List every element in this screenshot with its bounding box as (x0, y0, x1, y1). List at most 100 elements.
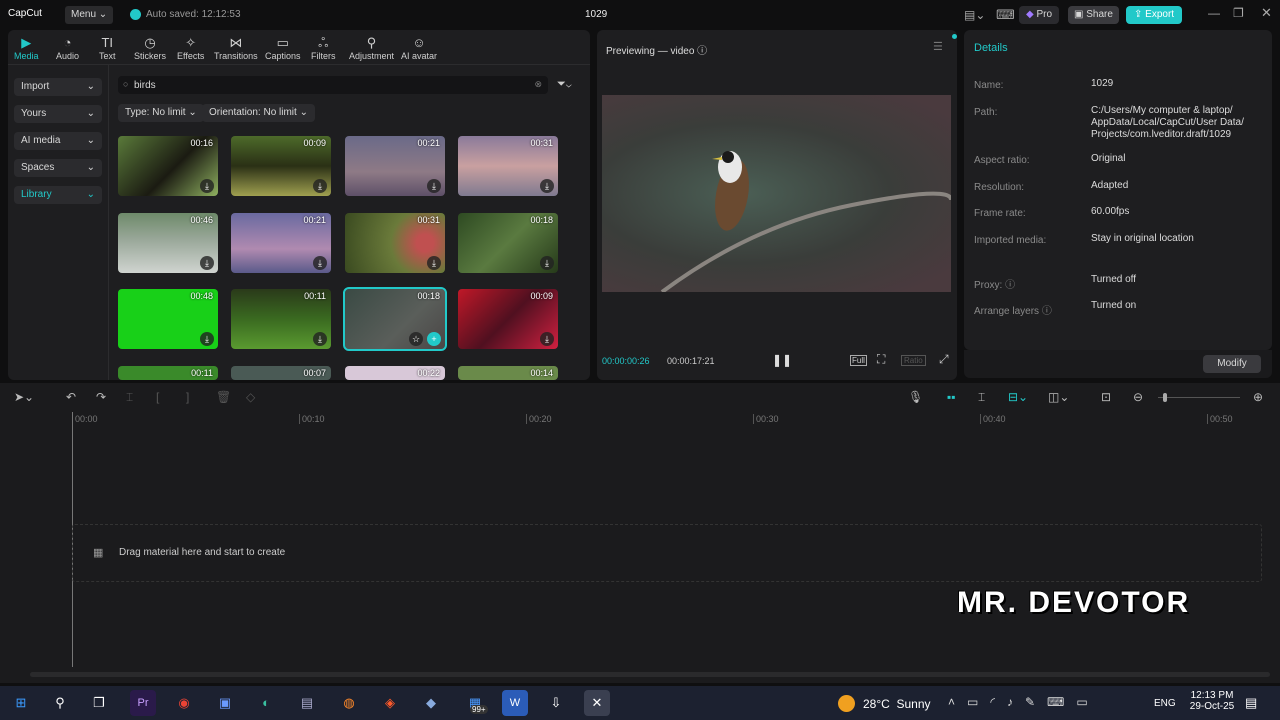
download-icon[interactable]: ⤓ (200, 256, 214, 270)
video-preview[interactable] (602, 95, 953, 294)
download-icon[interactable]: ⤓ (427, 179, 441, 193)
download-icon[interactable]: ⤓ (540, 332, 554, 346)
premiere-icon[interactable]: Pr (130, 690, 156, 716)
shortcut-icon[interactable]: ⌨ (996, 7, 1015, 23)
pause-button[interactable]: ❚❚ (772, 353, 792, 367)
windows-start-icon[interactable]: ⊞ (8, 690, 34, 716)
download-app-icon[interactable]: ⇩ (543, 690, 569, 716)
trim-right-icon[interactable]: ] (186, 390, 189, 404)
weather[interactable]: 28°C Sunny (863, 697, 931, 711)
clock[interactable]: 12:13 PM 29-Oct-25 (1187, 690, 1237, 712)
search-input[interactable]: ○ birds ⊗ (118, 76, 548, 94)
media-thumbnail[interactable]: 00:21 ⤓ (345, 136, 445, 196)
download-icon[interactable]: ⤓ (200, 179, 214, 193)
media-thumbnail[interactable]: 00:09 ⤓ (458, 289, 558, 349)
add-icon[interactable]: + (427, 332, 441, 346)
tab-filters[interactable]: ஃ Filters (311, 34, 336, 61)
sidebar-item-import[interactable]: Import ⌄ (14, 78, 102, 96)
edge-icon[interactable]: ◐ (253, 690, 279, 716)
media-thumbnail[interactable]: 00:16 ⤓ (118, 136, 218, 196)
capcut-taskbar-icon[interactable]: ✕ (584, 690, 610, 716)
sidebar-item-library[interactable]: Library ⌄ (14, 186, 102, 204)
media-thumbnail[interactable]: 00:21 ⤓ (231, 213, 331, 273)
download-icon[interactable]: ⤓ (313, 332, 327, 346)
tab-audio[interactable]: ◔ Audio (56, 34, 79, 61)
download-icon[interactable]: ⤓ (540, 256, 554, 270)
language[interactable]: ENG (1154, 698, 1176, 709)
download-icon[interactable]: ⤓ (540, 179, 554, 193)
trim-left-icon[interactable]: [ (156, 390, 159, 404)
pro-button[interactable]: ◆ Pro (1019, 6, 1060, 24)
fullscreen-icon[interactable]: ⤢ (939, 352, 949, 367)
tab-transitions[interactable]: ⋈ Transitions (214, 34, 258, 61)
tab-captions[interactable]: ▭ Captions (265, 34, 301, 61)
split-icon[interactable]: ⌶ (126, 390, 133, 405)
close-button[interactable]: ✕ (1261, 5, 1272, 21)
share-button[interactable]: ▣ Share (1068, 6, 1119, 24)
clear-icon[interactable]: ⊗ (534, 79, 542, 90)
marker-icon[interactable]: ◇ (246, 390, 255, 404)
tray-icons[interactable]: ˄▭◜♪✎⌨▭ (948, 695, 1100, 709)
type-filter[interactable]: Type: No limit ⌄ (118, 104, 204, 122)
redo-icon[interactable]: ↷ (96, 390, 106, 404)
explorer-icon[interactable]: ▤ (294, 690, 320, 716)
media-thumbnail[interactable]: 00:07 (231, 366, 331, 380)
media-thumbnail[interactable]: 00:22 (345, 366, 445, 380)
sidebar-item-spaces[interactable]: Spaces ⌄ (14, 159, 102, 177)
download-icon[interactable]: ⤓ (313, 256, 327, 270)
media-thumbnail[interactable]: 00:18 ⤓ (458, 213, 558, 273)
media-thumbnail[interactable]: 00:14 (458, 366, 558, 380)
firefox-icon[interactable]: ◍ (336, 690, 362, 716)
preview-axis-icon[interactable]: ◫⌄ (1048, 390, 1069, 404)
tab-stickers[interactable]: ◷ Stickers (134, 34, 166, 61)
download-icon[interactable]: ⤓ (427, 256, 441, 270)
tab-ai-avatar[interactable]: ☺ AI avatar (401, 34, 437, 61)
main-track-magnet-icon[interactable]: ▪▪ (947, 390, 956, 404)
menu-icon[interactable]: ☰ (933, 40, 943, 53)
download-icon[interactable]: ⤓ (313, 179, 327, 193)
delete-icon[interactable]: 🗑 (216, 390, 231, 404)
zoom-out-icon[interactable]: ⊖ (1133, 390, 1143, 404)
search-taskbar-icon[interactable]: ⚲ (47, 690, 73, 716)
star-icon[interactable]: ☆ (409, 332, 423, 346)
word-icon[interactable]: W (502, 690, 528, 716)
select-tool-icon[interactable]: ➤⌄ (14, 390, 34, 404)
drop-zone[interactable]: ▦ Drag material here and start to create (72, 524, 1262, 582)
full-button[interactable]: Full (850, 355, 867, 366)
tab-text[interactable]: TI Text (99, 34, 116, 61)
linkage-icon[interactable]: ⊟⌄ (1008, 390, 1028, 404)
media-thumbnail[interactable]: 00:48 ⤓ (118, 289, 218, 349)
notifications-icon[interactable]: ▤ (1245, 695, 1257, 711)
notes-icon[interactable]: ◆ (418, 690, 444, 716)
microphone-icon[interactable]: 🎙 (908, 390, 923, 404)
tab-adjustment[interactable]: ⚲ Adjustment (349, 34, 394, 61)
zoom-in-icon[interactable]: ⊕ (1253, 390, 1263, 404)
media-thumbnail[interactable]: 00:46 ⤓ (118, 213, 218, 273)
app-icon[interactable]: ▣ (212, 690, 238, 716)
media-thumbnail[interactable]: 00:31 ⤓ (458, 136, 558, 196)
filter-sort-icon[interactable]: ⏷⌄ (557, 78, 572, 91)
zoom-slider-handle[interactable] (1163, 393, 1167, 402)
sidebar-item-ai-media[interactable]: AI media ⌄ (14, 132, 102, 150)
zoom-slider[interactable] (1158, 397, 1240, 398)
media-thumbnail[interactable]: 00:09 ⤓ (231, 136, 331, 196)
menu-button[interactable]: Menu ⌄ (65, 6, 114, 24)
restore-button[interactable]: ❐ (1233, 6, 1244, 20)
media-thumbnail[interactable]: 00:31 ⤓ (345, 213, 445, 273)
export-button[interactable]: ⇪ Export (1126, 6, 1183, 24)
modify-button[interactable]: Modify (1203, 355, 1261, 373)
sidebar-item-yours[interactable]: Yours ⌄ (14, 105, 102, 123)
media-thumbnail[interactable]: 00:11 ⤓ (231, 289, 331, 349)
tab-media[interactable]: ▶ Media (14, 34, 39, 61)
orientation-filter[interactable]: Orientation: No limit ⌄ (202, 104, 315, 122)
zoom-to-fit-icon[interactable]: ⊡ (1101, 390, 1111, 404)
download-icon[interactable]: ⤓ (200, 332, 214, 346)
timeline-scrollbar[interactable] (30, 672, 1270, 677)
auto-snap-icon[interactable]: ⌶ (978, 390, 985, 405)
ratio-button[interactable]: Ratio (901, 355, 926, 366)
layout-icon[interactable]: ▤⌄ (964, 8, 985, 22)
task-view-icon[interactable]: ❐ (86, 690, 112, 716)
zoom-fit-icon[interactable]: ⛶ (877, 352, 885, 367)
undo-icon[interactable]: ↶ (66, 390, 76, 404)
brave-icon[interactable]: ◈ (377, 690, 403, 716)
